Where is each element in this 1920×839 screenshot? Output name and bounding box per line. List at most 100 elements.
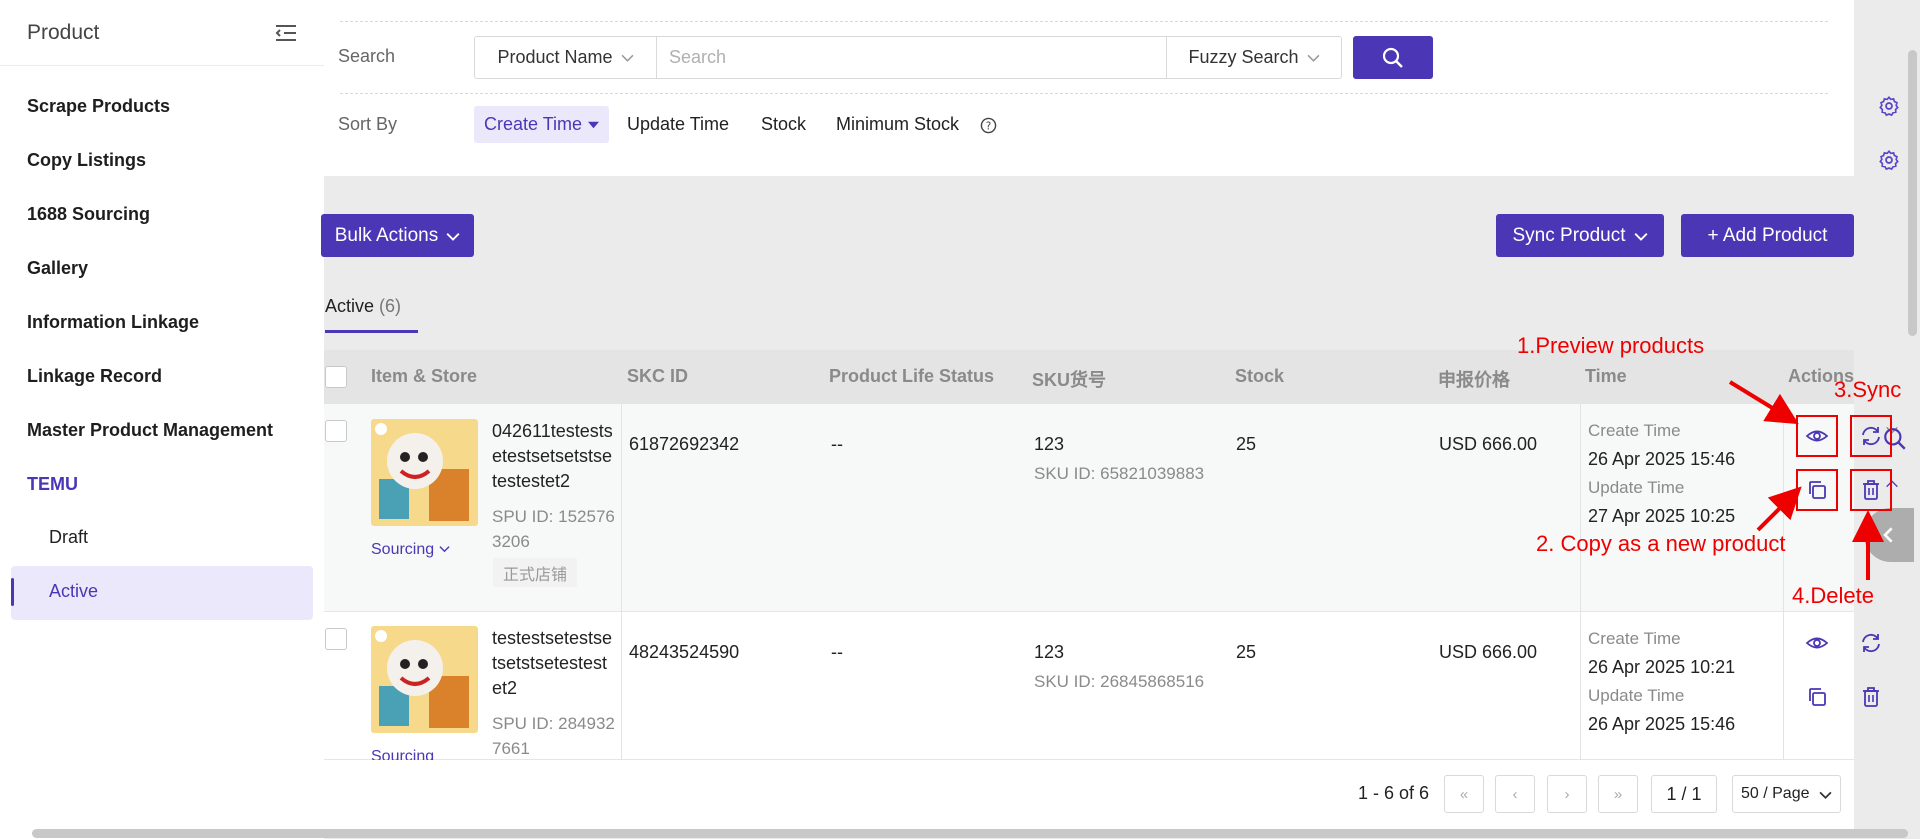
sidebar-header: Product <box>0 0 324 66</box>
sidebar-active-indicator <box>11 578 14 606</box>
search-input[interactable]: Search <box>657 37 1167 78</box>
stock-value: 25 <box>1236 434 1257 454</box>
product-image <box>371 419 478 526</box>
divider <box>340 93 1828 94</box>
sidebar-subitem-draft[interactable]: Draft <box>49 517 88 557</box>
sort-create-time[interactable]: Create Time <box>474 106 610 143</box>
page-size-value: 50 / Page <box>1741 785 1810 802</box>
gear-icon[interactable] <box>1878 149 1900 171</box>
column-divider <box>621 404 622 760</box>
trash-icon[interactable] <box>1859 685 1883 709</box>
sidebar-item-label: Scrape Products <box>27 95 171 116</box>
product-thumbnail[interactable] <box>371 626 478 733</box>
divider <box>340 21 1828 22</box>
add-product-button[interactable]: + Add Product <box>1681 214 1854 257</box>
double-chevron-left-icon: « <box>1459 785 1469 803</box>
sidebar-item-label: Draft <box>49 526 89 547</box>
spu-id: SPU ID: 1525763206 <box>492 507 615 551</box>
sidebar-title: Product <box>27 20 100 44</box>
skc-id: 61872692342 <box>629 434 740 454</box>
stock-value: 25 <box>1236 642 1257 662</box>
sort-stock[interactable]: Stock <box>761 106 806 143</box>
sidebar-item-label: Linkage Record <box>27 365 163 386</box>
header-skc-id: SKC ID <box>627 366 689 386</box>
page-indicator[interactable]: 1 / 1 <box>1651 775 1717 813</box>
bulk-actions-button[interactable]: Bulk Actions <box>321 214 474 257</box>
row-checkbox[interactable] <box>325 628 347 650</box>
product-title[interactable]: 042611testestsetestsetsetstsetestestet2 <box>492 419 616 494</box>
svg-text:?: ? <box>986 120 992 132</box>
sort-update-time[interactable]: Update Time <box>627 106 729 143</box>
sidebar-item-label: Master Product Management <box>27 419 274 440</box>
sidebar-item-label: Information Linkage <box>27 311 200 332</box>
search-label: Search <box>338 46 396 66</box>
search-button[interactable] <box>1353 36 1433 79</box>
update-time-value: 26 Apr 2025 15:46 <box>1588 714 1736 734</box>
filter-panel <box>324 0 1854 176</box>
sidebar-item-label: TEMU <box>27 473 78 494</box>
product-title[interactable]: testestsetestsetsetstsetestestet2 <box>492 626 616 701</box>
tab-label: Active <box>325 296 375 316</box>
annotation-arrows <box>1728 380 1884 580</box>
sourcing-dropdown[interactable]: Sourcing <box>371 541 450 559</box>
copy-icon[interactable] <box>1805 685 1829 709</box>
field-select[interactable]: Product Name <box>475 37 657 78</box>
sidebar-subitem-active[interactable]: Active <box>49 571 98 611</box>
create-time-value: 26 Apr 2025 15:46 <box>1588 449 1736 469</box>
sync-icon[interactable] <box>1859 631 1883 655</box>
chevron-down-icon <box>1634 232 1647 241</box>
caret-down-icon <box>588 121 600 128</box>
row-checkbox[interactable] <box>325 420 347 442</box>
sourcing-label: Sourcing <box>371 541 435 558</box>
sync-product-button[interactable]: Sync Product <box>1496 214 1664 257</box>
update-time-label: Update Time <box>1588 686 1685 705</box>
sidebar-item-label: Copy Listings <box>27 149 147 170</box>
store-tag: 正式店铺 <box>493 558 578 587</box>
chevron-down-icon <box>621 54 633 62</box>
chevron-right-icon: › <box>1564 785 1570 803</box>
gear-icon[interactable] <box>1878 95 1900 117</box>
search-icon <box>1382 47 1403 68</box>
product-thumbnail[interactable] <box>371 419 478 526</box>
spu-id: SPU ID: 2849327661 <box>492 714 615 758</box>
first-page-button[interactable]: « <box>1444 775 1484 813</box>
tab-active[interactable]: Active (6) <box>325 296 401 317</box>
prev-page-button[interactable]: ‹ <box>1495 775 1535 813</box>
fuzzy-search-select[interactable]: Fuzzy Search <box>1167 37 1341 78</box>
search-group: Product Name Search Fuzzy Search <box>474 36 1342 79</box>
last-page-button[interactable]: » <box>1598 775 1638 813</box>
horizontal-scrollbar[interactable] <box>32 829 1908 838</box>
chevron-down-icon <box>439 546 450 553</box>
header-time: Time <box>1585 366 1627 386</box>
sku-id: SKU ID: 26845868516 <box>1034 672 1205 691</box>
page-size-select[interactable]: 50 / Page <box>1732 775 1841 813</box>
eye-icon[interactable] <box>1805 631 1829 655</box>
sort-minimum-stock[interactable]: Minimum Stock <box>836 106 959 143</box>
annotation-preview: 1.Preview products <box>1517 333 1705 358</box>
select-all-checkbox[interactable] <box>325 366 347 388</box>
create-time-label: Create Time <box>1588 629 1681 648</box>
sku-number: 123 <box>1034 434 1065 454</box>
create-time-label: Create Time <box>1588 421 1681 440</box>
declared-price: USD 666.00 <box>1439 434 1538 454</box>
tab-count: (6) <box>379 296 402 316</box>
help-icon[interactable]: ? <box>980 117 997 134</box>
chevron-down-icon <box>1819 791 1832 799</box>
sort-option-label: Create Time <box>484 114 583 134</box>
next-page-button[interactable]: › <box>1547 775 1587 813</box>
field-select-value: Product Name <box>497 47 613 67</box>
sku-id: SKU ID: 65821039883 <box>1034 464 1205 483</box>
search-placeholder: Search <box>669 47 727 67</box>
header-item-store: Item & Store <box>371 366 478 386</box>
header-stock: Stock <box>1235 366 1285 386</box>
vertical-scrollbar[interactable] <box>1908 50 1917 336</box>
chevron-left-icon: ‹ <box>1512 785 1518 803</box>
declared-price: USD 666.00 <box>1439 642 1538 662</box>
sort-by-label: Sort By <box>338 114 398 134</box>
chevron-down-icon <box>446 232 460 241</box>
collapse-menu-icon[interactable] <box>275 24 297 42</box>
tab-underline <box>325 330 418 333</box>
life-status: -- <box>831 642 843 662</box>
double-chevron-right-icon: » <box>1613 785 1623 803</box>
chevron-down-icon <box>1307 54 1319 62</box>
